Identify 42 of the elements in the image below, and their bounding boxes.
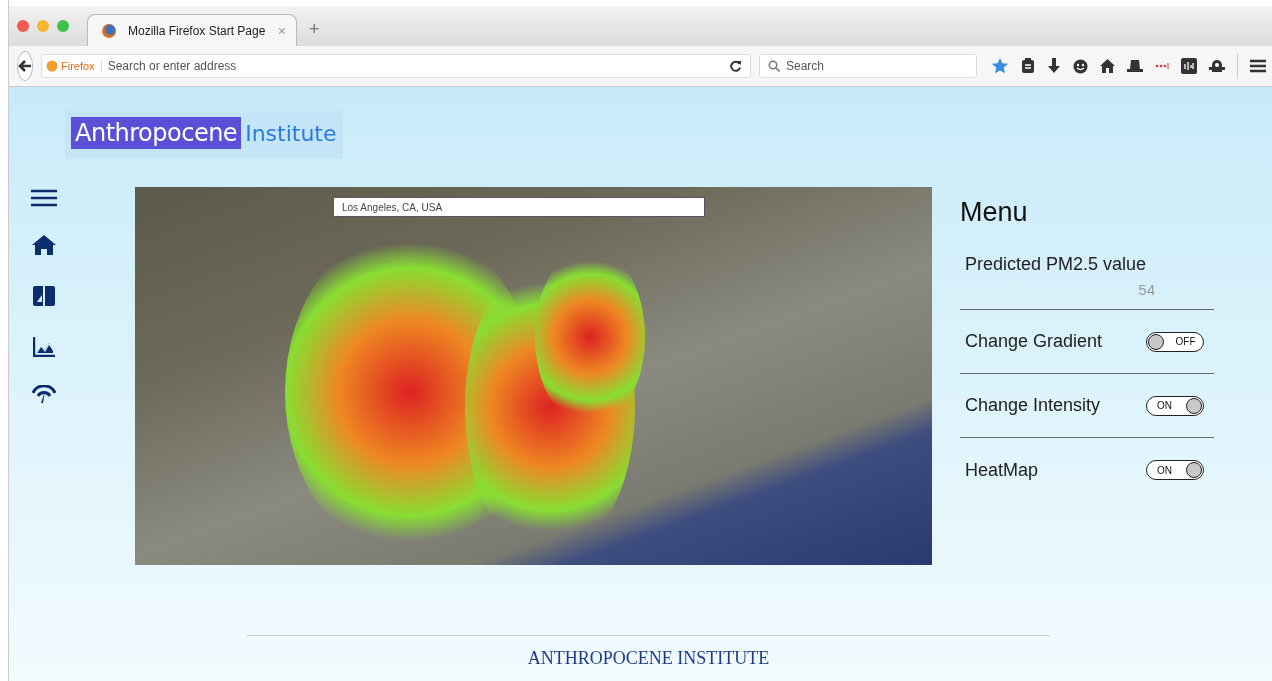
- circle-icon: [46, 60, 58, 72]
- menu-icon[interactable]: [31, 189, 57, 207]
- split-panel-icon[interactable]: [33, 283, 55, 309]
- back-button[interactable]: [17, 51, 33, 81]
- tab-title: Mozilla Firefox Start Page: [128, 23, 266, 38]
- toggle-switch[interactable]: ON: [1146, 460, 1204, 480]
- gauge-icon[interactable]: [32, 385, 56, 403]
- star-icon[interactable]: [991, 57, 1009, 75]
- browser-tab[interactable]: Mozilla Firefox Start Page ×: [87, 14, 297, 46]
- robot-icon[interactable]: [1209, 58, 1225, 74]
- globe-icon: [102, 23, 116, 38]
- footer-text: ANTHROPOCENE INSTITUTE: [527, 648, 770, 668]
- hat-icon[interactable]: [1127, 60, 1143, 72]
- search-field[interactable]: Search: [759, 54, 977, 78]
- address-field[interactable]: Search or enter address: [101, 59, 729, 73]
- toggle-switch[interactable]: ON: [1146, 395, 1204, 416]
- menu-icon[interactable]: [1250, 59, 1266, 73]
- dots-icon[interactable]: [1155, 63, 1169, 69]
- logo-text: Anthropocene: [71, 117, 242, 149]
- menu-title: Menu: [960, 197, 1029, 228]
- search-input[interactable]: Search: [784, 58, 968, 74]
- close-window-icon[interactable]: [17, 20, 29, 32]
- location-search-field[interactable]: Los Angeles, CA, USA: [333, 197, 705, 217]
- reload-icon[interactable]: [729, 59, 742, 73]
- home-icon[interactable]: [32, 235, 56, 255]
- pm25-value: 54: [1138, 281, 1155, 298]
- setting-label: Predicted PM2.5 value: [965, 254, 1147, 275]
- back-arrow-icon: [18, 59, 32, 73]
- smiley-icon[interactable]: [1073, 58, 1088, 74]
- clipboard-icon[interactable]: [1021, 58, 1035, 74]
- line-chart-icon[interactable]: [33, 337, 55, 357]
- setting-label: HeatMap: [965, 459, 1039, 481]
- setting-label: Change Intensity: [965, 395, 1101, 416]
- setting-label: Change Gradient: [965, 331, 1103, 352]
- equalizer-icon[interactable]: [1181, 58, 1197, 74]
- search-icon: [768, 60, 780, 72]
- heatmap-satellite-map[interactable]: Los Angeles, CA, USA: [135, 187, 932, 565]
- download-icon[interactable]: [1047, 58, 1061, 74]
- home-icon[interactable]: [1100, 59, 1115, 73]
- logo-text: Institute: [245, 120, 337, 146]
- new-tab-button[interactable]: +: [309, 19, 320, 40]
- toggle-switch[interactable]: OFF: [1146, 331, 1204, 352]
